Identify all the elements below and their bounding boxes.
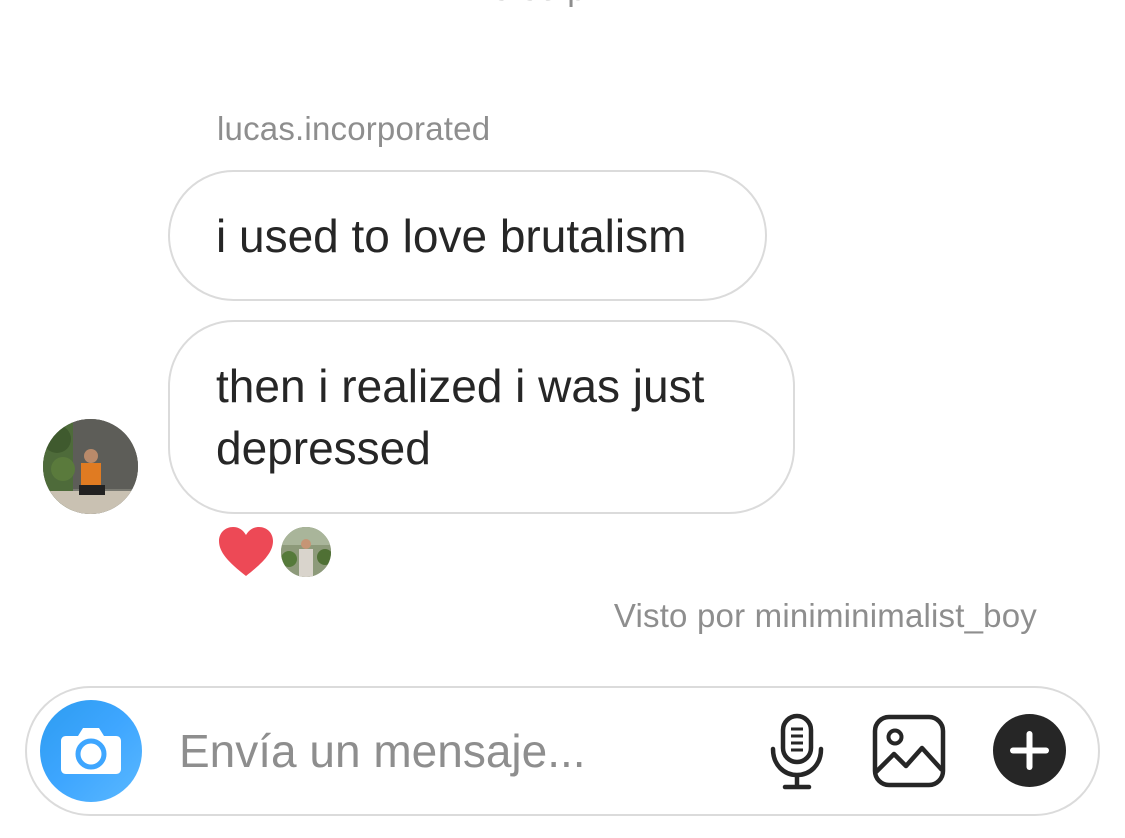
heart-reaction[interactable] [218, 526, 274, 578]
message-timestamp: 3:38 p.m. [0, 0, 1125, 9]
message-bubble[interactable]: then i realized i was just depressed [168, 320, 795, 514]
camera-icon [61, 728, 121, 774]
direct-message-thread: 3:38 p.m. lucas.incorporated i used to l… [0, 0, 1125, 838]
camera-button[interactable] [40, 700, 142, 802]
message-text: then i realized i was just depressed [216, 360, 705, 474]
seen-by-status: Visto por miniminimalist_boy [613, 597, 1037, 634]
sender-avatar[interactable] [43, 419, 138, 514]
message-composer [25, 686, 1100, 816]
plus-icon [1010, 731, 1049, 770]
gallery-icon [872, 714, 946, 788]
gallery-button[interactable] [872, 714, 946, 788]
message-bubble[interactable]: i used to love brutalism [168, 170, 767, 301]
sender-username[interactable]: lucas.incorporated [217, 110, 490, 148]
avatar-photo [43, 419, 138, 514]
microphone-icon [770, 713, 824, 790]
reactor-photo [281, 527, 331, 577]
more-options-button[interactable] [993, 714, 1066, 787]
heart-icon [219, 527, 273, 576]
message-input[interactable] [179, 718, 739, 784]
voice-message-button[interactable] [767, 713, 827, 791]
reactor-avatar[interactable] [279, 525, 333, 579]
message-text: i used to love brutalism [216, 210, 687, 262]
